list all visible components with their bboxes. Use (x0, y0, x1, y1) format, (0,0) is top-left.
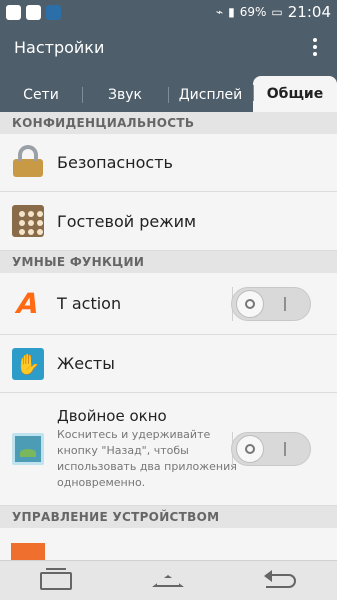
security-row[interactable]: Безопасность (0, 134, 337, 192)
t-action-label: T action (57, 294, 122, 313)
status-bar: ⌁ ▮ 69% ▭ 21:04 (0, 0, 337, 24)
notification-icon (6, 4, 21, 20)
clock: 21:04 (287, 3, 331, 21)
tab-networks[interactable]: Сети (0, 78, 82, 112)
system-status: ⌁ ▮ 69% ▭ 21:04 (216, 3, 331, 21)
security-label: Безопасность (57, 153, 173, 172)
back-button[interactable] (259, 569, 303, 593)
t-action-icon: A (12, 287, 44, 320)
recent-apps-icon (40, 567, 73, 590)
tab-general[interactable]: Общие (253, 76, 337, 112)
dual-window-toggle[interactable] (231, 432, 311, 466)
lock-icon (11, 144, 45, 180)
guest-mode-icon (11, 204, 45, 238)
notification-icons (6, 4, 61, 20)
t-action-row[interactable]: A T action (0, 273, 337, 335)
tab-sound[interactable]: Звук (82, 78, 168, 112)
signal-icon: ▮ (228, 5, 235, 19)
home-icon (152, 574, 185, 587)
guest-mode-label: Гостевой режим (57, 211, 197, 231)
page-title: Настройки (14, 37, 105, 57)
guest-mode-row[interactable]: Гостевой режим (0, 192, 337, 251)
back-icon (263, 569, 296, 588)
wifi-icon: ⌁ (215, 5, 224, 19)
checkmark-icon (26, 4, 41, 20)
app-bar: Настройки (0, 24, 337, 70)
battery-percent: 69% (239, 5, 267, 19)
dual-window-title: Двойное окно (57, 407, 167, 425)
dual-window-text: Двойное окно Коснитесь и удерживайте кно… (57, 407, 252, 491)
app-notification-icon (46, 4, 61, 20)
t-action-toggle[interactable] (231, 286, 311, 321)
overflow-menu-icon[interactable] (307, 38, 323, 56)
tab-display[interactable]: Дисплей (168, 78, 253, 112)
dual-window-description: Коснитесь и удерживайте кнопку "Назад", … (57, 428, 237, 489)
navigation-bar (0, 560, 337, 600)
smart-functions-section-header: УМНЫЕ ФУНКЦИИ (0, 251, 337, 273)
device-management-section-header: УПРАВЛЕНИЕ УСТРОЙСТВОМ (0, 506, 337, 528)
home-button[interactable] (146, 569, 190, 593)
hand-icon: ✋ (11, 347, 45, 381)
settings-tabs: Сети Звук Дисплей Общие (0, 70, 337, 112)
dual-window-icon (11, 432, 45, 466)
recent-apps-button[interactable] (34, 567, 78, 593)
privacy-section-header: КОНФИДЕНЦИАЛЬНОСТЬ (0, 112, 337, 134)
battery-icon: ▭ (271, 5, 283, 19)
dual-window-row[interactable]: Двойное окно Коснитесь и удерживайте кно… (0, 393, 337, 506)
gestures-label: Жесты (57, 354, 115, 373)
gestures-row[interactable]: ✋ Жесты (0, 335, 337, 393)
